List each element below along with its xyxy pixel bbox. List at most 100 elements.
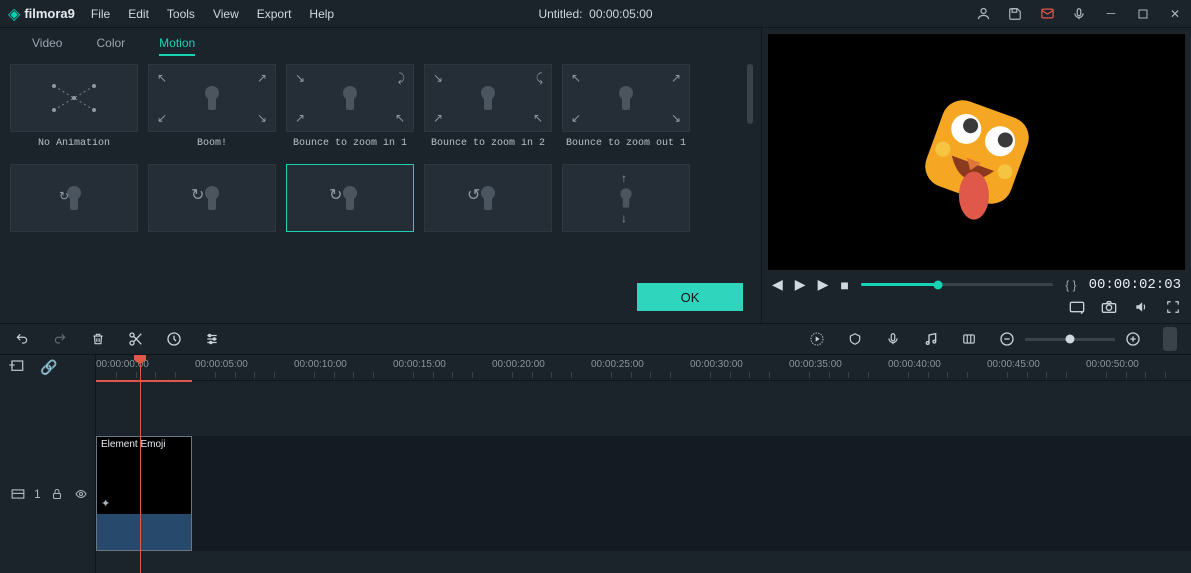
- ruler-tick: 00:00:10:00: [294, 359, 347, 370]
- eye-icon[interactable]: [73, 486, 89, 502]
- redo-icon[interactable]: [52, 331, 68, 347]
- split-icon[interactable]: [128, 331, 144, 347]
- preset-label: Bounce to zoom in 2: [424, 138, 552, 149]
- zoom-out-icon[interactable]: [999, 331, 1015, 347]
- preview-timecode: 00:00:02:03: [1089, 277, 1181, 293]
- zoom-slider[interactable]: [1025, 338, 1115, 341]
- stop-icon[interactable]: ■: [840, 277, 848, 293]
- mic-icon[interactable]: [1071, 6, 1087, 22]
- project-name: Untitled:: [538, 7, 582, 21]
- clip-effect-icon: ✦: [101, 497, 110, 510]
- message-icon[interactable]: [1039, 6, 1055, 22]
- playhead[interactable]: [140, 355, 141, 573]
- menu-view[interactable]: View: [213, 7, 239, 21]
- adjust-icon[interactable]: [204, 331, 220, 347]
- play-icon[interactable]: ▶: [795, 276, 806, 293]
- emoji-graphic: [902, 77, 1052, 227]
- preset-item[interactable]: ↺: [424, 164, 552, 254]
- marker-icon[interactable]: [847, 331, 863, 347]
- timeline-ruler[interactable]: 00:00:00:0000:00:05:0000:00:10:0000:00:1…: [96, 355, 1191, 381]
- spacer-track: [96, 381, 1191, 436]
- zoom-knob[interactable]: [1066, 335, 1075, 344]
- track-header: 1: [0, 436, 95, 551]
- crop-icon[interactable]: [961, 331, 977, 347]
- ok-button[interactable]: OK: [637, 283, 743, 311]
- menu-help[interactable]: Help: [309, 7, 334, 21]
- ruler-tick: 00:00:05:00: [195, 359, 248, 370]
- ruler-tick: 00:00:15:00: [393, 359, 446, 370]
- audio-mixer-icon[interactable]: [923, 331, 939, 347]
- timeline: 🔗 1 00:00:00:0000:00:05:0000:00:10:0000:…: [0, 355, 1191, 573]
- ok-row: OK: [10, 279, 755, 319]
- mark-brackets[interactable]: { }: [1065, 278, 1076, 292]
- preset-bounce-zoom-in-1[interactable]: ↘⤸↗↖ Bounce to zoom in 1: [286, 64, 414, 154]
- render-icon[interactable]: [809, 331, 825, 347]
- volume-icon[interactable]: [1133, 299, 1149, 315]
- ruler-tick: 00:00:25:00: [591, 359, 644, 370]
- project-duration: 00:00:05:00: [589, 7, 652, 21]
- menu-edit[interactable]: Edit: [128, 7, 149, 21]
- maximize-icon[interactable]: [1135, 6, 1151, 22]
- delete-icon[interactable]: [90, 331, 106, 347]
- timeline-track-headers: 🔗 1: [0, 355, 96, 573]
- titlebar: ◈ filmora9 File Edit Tools View Export H…: [0, 0, 1191, 28]
- quality-icon[interactable]: [1069, 299, 1085, 315]
- preview-tools: [762, 297, 1191, 323]
- snapshot-icon[interactable]: [1101, 299, 1117, 315]
- menu-file[interactable]: File: [91, 7, 110, 21]
- preset-bounce-zoom-in-2[interactable]: ↘⤹↗↖ Bounce to zoom in 2: [424, 64, 552, 154]
- clip-audio-lane: [97, 514, 191, 550]
- timeline-clip[interactable]: Element Emoji ✦: [96, 436, 192, 551]
- clip-title: Element Emoji: [101, 439, 165, 450]
- close-icon[interactable]: ✕: [1167, 6, 1183, 22]
- link-icon[interactable]: 🔗: [40, 359, 57, 376]
- video-track[interactable]: Element Emoji ✦: [96, 436, 1191, 551]
- tab-motion[interactable]: Motion: [159, 36, 195, 56]
- add-track-icon[interactable]: [8, 357, 24, 373]
- tab-color[interactable]: Color: [96, 36, 125, 56]
- preset-no-animation[interactable]: No Animation: [10, 64, 138, 154]
- ruler-tick: 00:00:40:00: [888, 359, 941, 370]
- app-name: filmora9: [24, 6, 75, 21]
- prev-frame-icon[interactable]: ◀: [772, 276, 783, 293]
- preset-item[interactable]: ↻: [148, 164, 276, 254]
- account-icon[interactable]: [975, 6, 991, 22]
- save-icon[interactable]: [1007, 6, 1023, 22]
- lock-icon[interactable]: [49, 486, 65, 502]
- fullscreen-icon[interactable]: [1165, 299, 1181, 315]
- panel-tabs: Video Color Motion: [10, 32, 755, 64]
- timeline-toolbar: [0, 323, 1191, 355]
- tab-video[interactable]: Video: [32, 36, 62, 56]
- preset-bounce-zoom-out-1[interactable]: ↖↗↙↘ Bounce to zoom out 1: [562, 64, 690, 154]
- ruler-tick: 00:00:45:00: [987, 359, 1040, 370]
- main-menu: File Edit Tools View Export Help: [91, 7, 334, 21]
- preset-label: Boom!: [148, 138, 276, 149]
- progress-bar[interactable]: [861, 283, 1053, 286]
- work-area-indicator[interactable]: [96, 380, 192, 382]
- menu-tools[interactable]: Tools: [167, 7, 195, 21]
- preset-item[interactable]: ↻: [10, 164, 138, 254]
- preview-viewport[interactable]: [768, 34, 1185, 270]
- preset-item[interactable]: ↑↓: [562, 164, 690, 254]
- grid-scrollbar[interactable]: [747, 64, 753, 124]
- zoom-fit-icon[interactable]: [1163, 327, 1177, 351]
- undo-icon[interactable]: [14, 331, 30, 347]
- record-vo-icon[interactable]: [885, 331, 901, 347]
- preset-boom[interactable]: ↖↗↙↘ Boom!: [148, 64, 276, 154]
- logo-icon: ◈: [8, 4, 20, 24]
- titlebar-actions: － ✕: [975, 6, 1183, 22]
- progress-fill: [861, 283, 938, 286]
- timeline-tracks[interactable]: 00:00:00:0000:00:05:0000:00:10:0000:00:1…: [96, 355, 1191, 573]
- progress-knob[interactable]: [933, 280, 942, 289]
- zoom-in-icon[interactable]: [1125, 331, 1141, 347]
- zoom-control: [999, 331, 1141, 347]
- project-title: Untitled: 00:00:05:00: [538, 7, 652, 21]
- preset-grid-wrap: No Animation ↖↗↙↘ Boom! ↘⤸↗↖ Bounce to z…: [10, 64, 755, 279]
- menu-export[interactable]: Export: [257, 7, 292, 21]
- minimize-icon[interactable]: －: [1103, 6, 1119, 22]
- track-type-icon: [10, 486, 26, 502]
- track-index: 1: [34, 487, 41, 501]
- preset-item-selected[interactable]: ↻: [286, 164, 414, 254]
- play-segment-icon[interactable]: ▶: [818, 276, 829, 293]
- speed-icon[interactable]: [166, 331, 182, 347]
